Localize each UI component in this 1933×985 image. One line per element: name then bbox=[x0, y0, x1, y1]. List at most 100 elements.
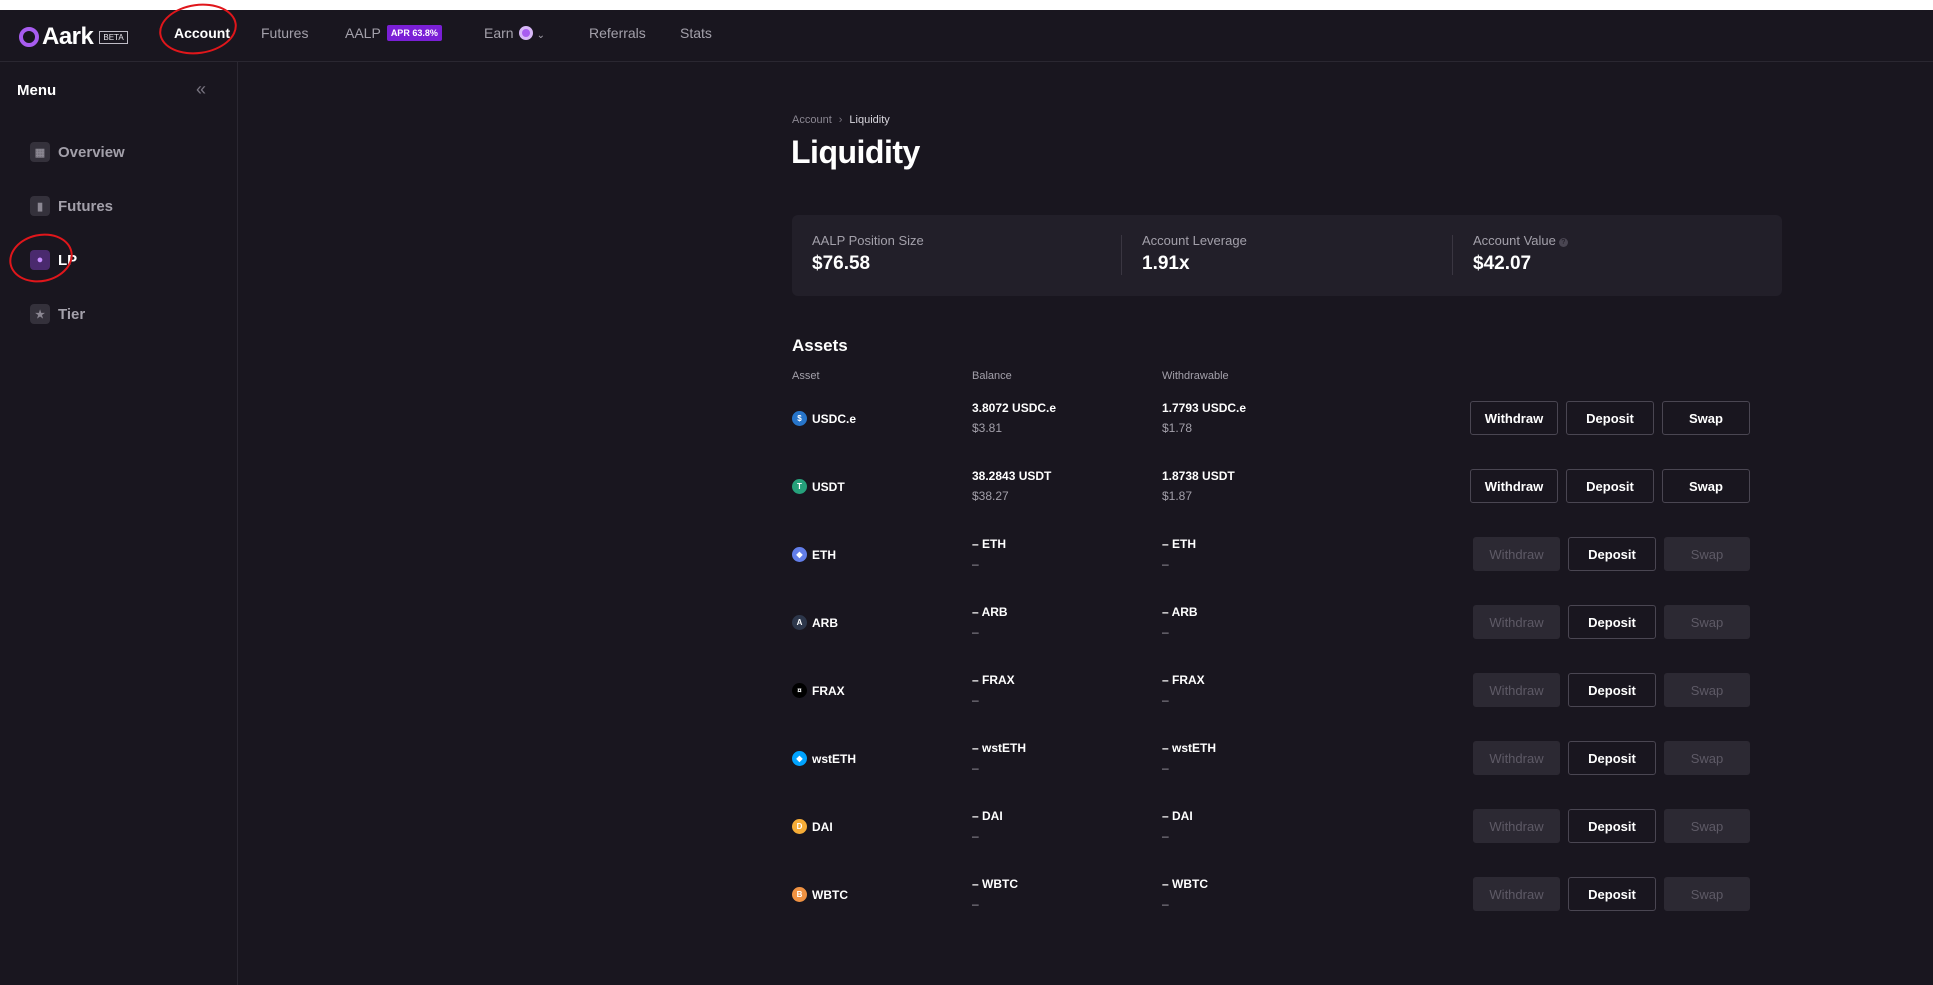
withdrawable-usd: – bbox=[1162, 625, 1169, 639]
stat-label-text: Account Value bbox=[1473, 233, 1556, 248]
asset-cell: $ USDC.e bbox=[792, 411, 856, 426]
withdrawable-usd: – bbox=[1162, 897, 1169, 911]
withdraw-button[interactable]: Withdraw bbox=[1473, 809, 1560, 843]
withdraw-button[interactable]: Withdraw bbox=[1473, 605, 1560, 639]
withdrawable-amount: 1.8738 USDT bbox=[1162, 469, 1235, 483]
balance-usd: – bbox=[972, 557, 979, 571]
nav-earn[interactable]: Earn ⌄ bbox=[484, 25, 545, 41]
withdrawable-amount: – ARB bbox=[1162, 605, 1198, 619]
balance-usd: – bbox=[972, 897, 979, 911]
table-row: A ARB – ARB – – ARB – Withdraw Deposit Swap bbox=[792, 605, 1792, 645]
deposit-button[interactable]: Deposit bbox=[1568, 877, 1656, 911]
balance-usd: – bbox=[972, 829, 979, 843]
withdrawable-usd: – bbox=[1162, 693, 1169, 707]
stat-position: AALP Position Size $76.58 bbox=[812, 233, 924, 275]
swap-button[interactable]: Swap bbox=[1664, 809, 1750, 843]
withdrawable-usd: $1.87 bbox=[1162, 489, 1193, 503]
token-icon: ¤ bbox=[792, 683, 807, 698]
nav-earn-label: Earn bbox=[484, 25, 514, 41]
withdrawable-amount: 1.7793 USDC.e bbox=[1162, 401, 1247, 415]
withdraw-button[interactable]: Withdraw bbox=[1470, 401, 1558, 435]
balance-amount: 3.8072 USDC.e bbox=[972, 401, 1057, 415]
token-icon: $ bbox=[792, 411, 807, 426]
deposit-button[interactable]: Deposit bbox=[1568, 673, 1656, 707]
sidebar-item-label: Overview bbox=[58, 143, 125, 161]
withdraw-button[interactable]: Withdraw bbox=[1473, 741, 1560, 775]
withdrawable-usd: – bbox=[1162, 829, 1169, 843]
assets-title: Assets bbox=[792, 336, 848, 355]
divider bbox=[1121, 235, 1122, 275]
sidebar-item-tier[interactable]: ★ Tier bbox=[30, 304, 85, 324]
swap-button[interactable]: Swap bbox=[1664, 537, 1750, 571]
balance-amount: – ETH bbox=[972, 537, 1007, 551]
table-row: ¤ FRAX – FRAX – – FRAX – Withdraw Deposit Swap bbox=[792, 673, 1792, 713]
asset-cell: ◆ ETH bbox=[792, 547, 836, 562]
asset-symbol: WBTC bbox=[812, 887, 848, 902]
balance-usd: – bbox=[972, 693, 979, 707]
swap-button[interactable]: Swap bbox=[1664, 741, 1750, 775]
table-row: T USDT 38.2843 USDT $38.27 1.8738 USDT $1.87 W… bbox=[792, 469, 1792, 509]
nav-stats[interactable]: Stats bbox=[680, 25, 712, 41]
withdrawable-amount: – FRAX bbox=[1162, 673, 1205, 687]
asset-symbol: USDT bbox=[812, 479, 845, 494]
withdrawable-amount: – DAI bbox=[1162, 809, 1193, 823]
withdraw-button[interactable]: Withdraw bbox=[1473, 673, 1560, 707]
balance-usd: – bbox=[972, 625, 979, 639]
deposit-button[interactable]: Deposit bbox=[1566, 401, 1654, 435]
collapse-sidebar-icon[interactable]: « bbox=[196, 79, 206, 100]
table-row: ◆ wstETH – wstETH – – wstETH – Withdraw Deposit… bbox=[792, 741, 1792, 781]
asset-cell: A ARB bbox=[792, 615, 838, 630]
withdraw-button[interactable]: Withdraw bbox=[1470, 469, 1558, 503]
swap-button[interactable]: Swap bbox=[1664, 877, 1750, 911]
nav-futures[interactable]: Futures bbox=[261, 25, 308, 41]
deposit-button[interactable]: Deposit bbox=[1568, 809, 1656, 843]
deposit-button[interactable]: Deposit bbox=[1566, 469, 1654, 503]
balance-usd: $38.27 bbox=[972, 489, 1009, 503]
asset-symbol: FRAX bbox=[812, 683, 845, 698]
table-row: $ USDC.e 3.8072 USDC.e $3.81 1.7793 USDC.e $1… bbox=[792, 401, 1792, 441]
swap-button[interactable]: Swap bbox=[1662, 401, 1750, 435]
sidebar-item-overview[interactable]: ▦ Overview bbox=[30, 142, 125, 162]
deposit-button[interactable]: Deposit bbox=[1568, 605, 1656, 639]
help-icon[interactable]: ? bbox=[1558, 238, 1568, 247]
breadcrumb-account[interactable]: Account bbox=[792, 114, 832, 126]
withdraw-button[interactable]: Withdraw bbox=[1473, 537, 1560, 571]
asset-cell: D DAI bbox=[792, 819, 833, 834]
sidebar-title: Menu bbox=[17, 82, 57, 99]
asset-symbol: DAI bbox=[812, 819, 833, 834]
balance-amount: – wstETH bbox=[972, 741, 1027, 755]
column-header-asset: Asset bbox=[792, 370, 820, 382]
asset-symbol: ARB bbox=[812, 615, 838, 630]
token-icon: ◆ bbox=[792, 547, 807, 562]
swap-button[interactable]: Swap bbox=[1664, 605, 1750, 639]
asset-symbol: USDC.e bbox=[812, 411, 857, 426]
stat-leverage: Account Leverage 1.91x bbox=[1142, 233, 1247, 275]
app-name: Aark bbox=[42, 23, 94, 50]
breadcrumb: Account › Liquidity bbox=[792, 114, 890, 126]
sidebar-item-futures[interactable]: ▮ Futures bbox=[30, 196, 113, 216]
chevron-right-icon: › bbox=[838, 114, 843, 126]
beta-badge: BETA bbox=[99, 30, 128, 44]
swap-button[interactable]: Swap bbox=[1662, 469, 1750, 503]
swap-button[interactable]: Swap bbox=[1664, 673, 1750, 707]
deposit-button[interactable]: Deposit bbox=[1568, 741, 1656, 775]
app-logo[interactable]: Aark BETA bbox=[19, 23, 128, 51]
withdraw-button[interactable]: Withdraw bbox=[1473, 877, 1560, 911]
stat-value: $76.58 bbox=[812, 253, 871, 274]
stat-value: 1.91x bbox=[1142, 253, 1190, 274]
table-row: B WBTC – WBTC – – WBTC – Withdraw Deposit Swap bbox=[792, 877, 1792, 917]
nav-aalp[interactable]: AALP APR 63.8% bbox=[345, 25, 442, 41]
grid-icon: ▦ bbox=[30, 142, 50, 162]
asset-cell: B WBTC bbox=[792, 887, 848, 902]
apr-badge: APR 63.8% bbox=[386, 25, 442, 41]
balance-usd: $3.81 bbox=[972, 421, 1003, 435]
earn-token-icon bbox=[518, 26, 533, 40]
nav-referrals[interactable]: Referrals bbox=[589, 25, 646, 41]
stat-label: AALP Position Size bbox=[812, 233, 924, 248]
balance-usd: – bbox=[972, 761, 979, 775]
nav-aalp-label: AALP bbox=[345, 25, 381, 41]
deposit-button[interactable]: Deposit bbox=[1568, 537, 1656, 571]
withdrawable-amount: – wstETH bbox=[1162, 741, 1217, 755]
withdrawable-amount: – ETH bbox=[1162, 537, 1197, 551]
token-icon: ◆ bbox=[792, 751, 807, 766]
